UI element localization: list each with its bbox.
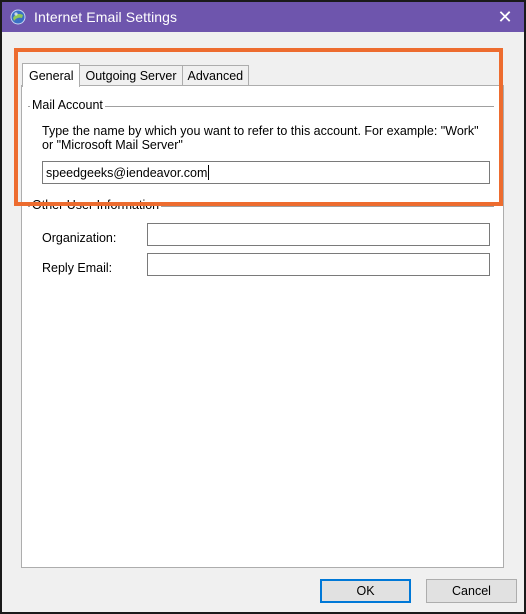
general-tab-panel: Mail Account Type the name by which you … [21,85,504,568]
mail-account-group-label: Mail Account [30,98,105,112]
cancel-button-label: Cancel [452,584,491,598]
tab-general[interactable]: General [22,63,81,87]
window-title: Internet Email Settings [34,9,178,25]
reply-email-input[interactable] [147,253,490,276]
ok-button-label: OK [356,584,375,598]
tab-strip: General Outgoing Server Advanced [22,62,250,87]
organization-input[interactable] [147,223,490,246]
close-icon: ✕ [497,6,513,27]
close-button[interactable]: ✕ [486,2,524,32]
internet-email-settings-dialog: Internet Email Settings ✕ General Outgoi… [0,0,526,614]
outlook-account-icon [10,9,26,25]
tab-label: General [29,68,74,83]
tab-label: Advanced [187,69,244,83]
ok-button[interactable]: OK [320,579,411,603]
account-name-description: Type the name by which you want to refer… [42,124,479,152]
other-info-group-label: Other User Information [30,198,162,212]
tab-outgoing-server[interactable]: Outgoing Server [79,65,183,86]
tab-label: Outgoing Server [85,69,177,83]
reply-email-label: Reply Email: [42,261,113,275]
text-caret [208,165,210,180]
account-name-value: speedgeeks@iendeavor.com [46,165,208,180]
tab-advanced[interactable]: Advanced [181,65,250,86]
account-name-input[interactable]: speedgeeks@iendeavor.com [42,161,490,184]
organization-label: Organization: [42,231,117,245]
title-bar[interactable]: Internet Email Settings ✕ [2,2,524,32]
cancel-button[interactable]: Cancel [426,579,517,603]
